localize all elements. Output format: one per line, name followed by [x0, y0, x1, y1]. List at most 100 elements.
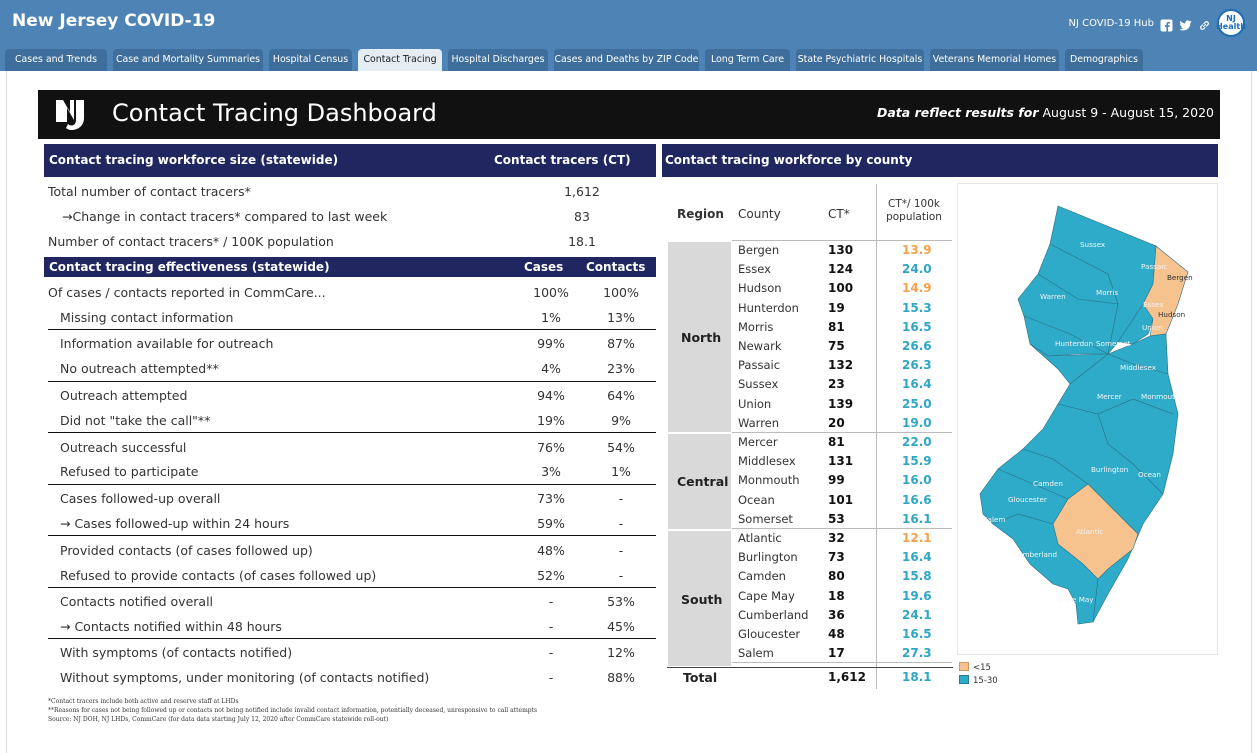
effectiveness-row-cases: - — [548, 594, 554, 609]
county-name: Morris — [738, 319, 774, 334]
tab-state-psychiatric-hospitals[interactable]: State Psychiatric Hospitals — [796, 49, 924, 71]
app-title: New Jersey COVID-19 — [12, 11, 216, 31]
effectiveness-row-cases: 48% — [537, 543, 565, 558]
col-region: Region — [677, 207, 724, 221]
county-rate: 19.6 — [902, 588, 932, 603]
footnote: *Contact tracers include both active and… — [48, 698, 239, 705]
legend-label-low: <15 — [973, 663, 991, 673]
map-label-somerset: Somerset — [1096, 339, 1131, 348]
facebook-icon[interactable] — [1160, 17, 1173, 32]
tab-veterans-memorial-homes[interactable]: Veterans Memorial Homes — [930, 49, 1059, 71]
effectiveness-row-label: Outreach attempted — [60, 388, 188, 403]
workforce-row-label: Total number of contact tracers* — [48, 184, 251, 199]
map-label-passaic: Passaic — [1141, 262, 1167, 271]
county-rate: 24.0 — [902, 262, 932, 277]
county-ct: 73 — [828, 550, 845, 565]
link-icon[interactable] — [1198, 17, 1211, 30]
county-rate: 27.3 — [902, 646, 932, 661]
county-name: Union — [738, 396, 772, 411]
nj-health-logo-icon[interactable]: NJ Health — [1216, 9, 1246, 37]
county-rate: 16.5 — [902, 319, 932, 334]
county-rate: 12.1 — [902, 531, 932, 545]
tab-hospital-census[interactable]: Hospital Census — [269, 49, 352, 71]
effectiveness-row-label: Refused to provide contacts (of cases fo… — [60, 568, 377, 583]
county-name: Salem — [738, 646, 774, 661]
map-label-middlesex: Middlesex — [1120, 363, 1157, 372]
county-rate: 22.0 — [902, 435, 932, 449]
effectiveness-row-label: With symptoms (of contacts notified) — [60, 645, 293, 660]
data-period-dates: August 9 - August 15, 2020 — [1042, 105, 1214, 120]
county-rate: 16.5 — [902, 627, 932, 641]
tab-demographics[interactable]: Demographics — [1065, 49, 1143, 71]
county-rate: 26.6 — [902, 339, 932, 353]
effectiveness-row-label: Provided contacts (of cases followed up) — [60, 543, 313, 558]
tab-cases-and-trends[interactable]: Cases and Trends — [5, 49, 107, 71]
footnote: **Reasons for cases not being followed u… — [48, 707, 538, 714]
county-name: Cumberland — [738, 607, 809, 622]
county-ct: 17 — [828, 646, 845, 661]
county-ct: 75 — [828, 339, 845, 353]
map-label-hunterdon: Hunterdon — [1055, 339, 1093, 348]
region-label-south: South — [681, 592, 723, 607]
effectiveness-row-contacts: 54% — [607, 440, 635, 455]
effectiveness-row-label: Of cases / contacts reported in CommCare… — [48, 285, 326, 300]
twitter-icon[interactable] — [1179, 17, 1192, 30]
col-county: County — [738, 207, 781, 221]
nj-county-map[interactable]: Sussex Passaic Bergen Warren Morris Esse… — [957, 183, 1218, 655]
county-ct: 36 — [828, 607, 845, 622]
effectiveness-row-contacts: 64% — [607, 388, 635, 403]
effectiveness-row-cases: 100% — [533, 285, 569, 300]
map-label-gloucester: Gloucester — [1008, 495, 1047, 504]
legend-swatch-mid — [959, 675, 969, 684]
effectiveness-row-contacts: 53% — [607, 594, 635, 609]
tab-long-term-care[interactable]: Long Term Care — [705, 49, 790, 71]
county-name: Warren — [738, 415, 780, 430]
effectiveness-row-contacts: 88% — [607, 670, 635, 685]
effectiveness-row-label: Information available for outreach — [60, 336, 274, 351]
effectiveness-row-contacts: 12% — [607, 645, 635, 660]
dashboard-title: Contact Tracing Dashboard — [112, 99, 437, 127]
legend-swatch-low — [959, 662, 969, 671]
county-name: Ocean — [738, 492, 775, 507]
county-ct: 32 — [828, 531, 845, 545]
map-label-morris: Morris — [1096, 288, 1118, 297]
map-label-ocean: Ocean — [1138, 470, 1161, 479]
row-divider — [48, 432, 656, 433]
effectiveness-col-contacts: Contacts — [586, 260, 646, 274]
county-name: Mercer — [738, 435, 778, 449]
effectiveness-row-contacts: - — [618, 516, 624, 531]
effectiveness-row-cases: 76% — [537, 440, 565, 455]
effectiveness-row-contacts: 100% — [603, 285, 639, 300]
county-rate: 19.0 — [902, 415, 932, 430]
top-bar: New Jersey COVID-19 NJ COVID-19 Hub NJ H… — [0, 0, 1257, 46]
county-ct: 80 — [828, 569, 845, 584]
tab-case-and-mortality-summaries[interactable]: Case and Mortality Summaries — [113, 49, 263, 71]
map-label-sussex: Sussex — [1080, 240, 1106, 249]
workforce-header-column: Contact tracers (CT) — [494, 153, 631, 167]
tab-hospital-discharges[interactable]: Hospital Discharges — [448, 49, 548, 71]
effectiveness-row-contacts: 9% — [611, 413, 631, 428]
col-divider — [876, 184, 877, 689]
hub-link[interactable]: NJ COVID-19 Hub — [1069, 18, 1155, 29]
county-rate: 26.3 — [902, 358, 932, 373]
map-north-region — [1017, 205, 1164, 357]
county-ct: 99 — [828, 473, 845, 488]
effectiveness-row-contacts: - — [618, 543, 624, 558]
region-label-north: North — [681, 330, 722, 345]
county-rate: 16.1 — [902, 511, 932, 526]
effectiveness-col-cases: Cases — [524, 260, 564, 274]
tab-cases-and-deaths-by-zip[interactable]: Cases and Deaths by ZIP Code — [554, 49, 699, 71]
workforce-header-title: Contact tracing workforce size (statewid… — [49, 153, 339, 167]
county-rate: 16.4 — [902, 377, 932, 392]
map-label-cumberland: Cumberland — [1013, 550, 1057, 559]
effectiveness-row-contacts: 1% — [611, 464, 631, 479]
region-divider — [732, 662, 952, 664]
total-rate: 18.1 — [902, 670, 932, 684]
effectiveness-row-cases: 1% — [541, 310, 561, 325]
tab-contact-tracing[interactable]: Contact Tracing — [358, 49, 442, 71]
county-rate: 16.0 — [902, 473, 932, 488]
top-right-links: NJ COVID-19 Hub NJ Health — [1069, 9, 1246, 37]
workforce-row-label: Number of contact tracers* / 100K popula… — [48, 234, 334, 249]
effectiveness-row-cases: - — [548, 670, 554, 685]
county-rate: 15.9 — [902, 454, 932, 469]
